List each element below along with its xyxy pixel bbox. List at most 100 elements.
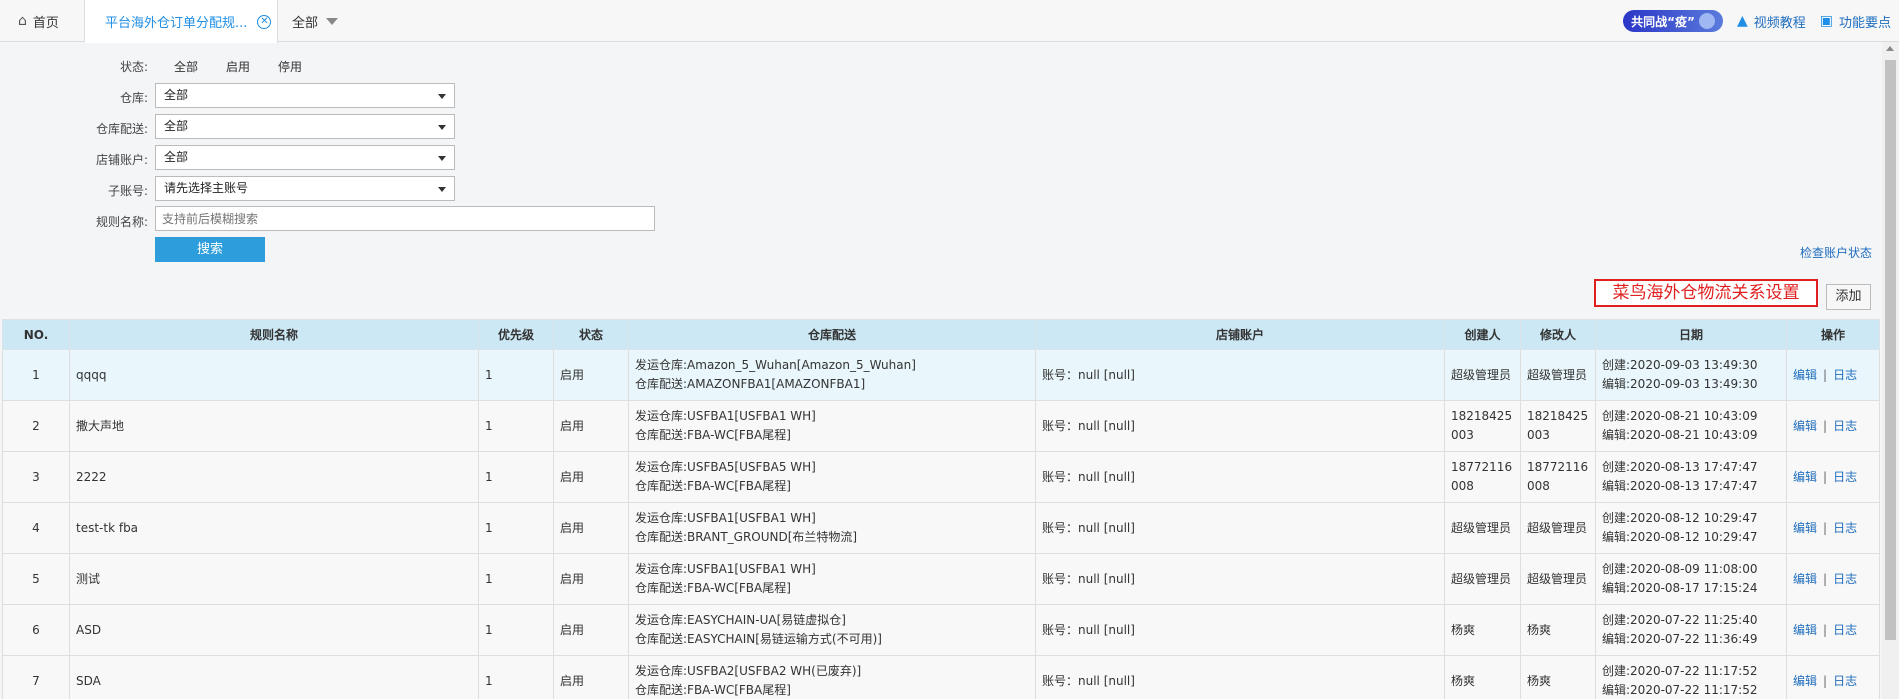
- col-header-shop-account: 店铺账户: [1035, 319, 1445, 350]
- cell-creator: 杨爽: [1444, 604, 1521, 656]
- created-date: 创建:2020-07-22 11:25:40: [1602, 613, 1758, 627]
- cell-priority: 1: [478, 451, 554, 503]
- cell-priority: 1: [478, 502, 554, 554]
- log-link[interactable]: 日志: [1833, 368, 1857, 382]
- chevron-down-icon: [438, 125, 446, 130]
- warehouse-label: 仓库:: [119, 91, 148, 105]
- col-header-no: NO.: [2, 319, 70, 350]
- vertical-scrollbar[interactable]: [1882, 42, 1899, 699]
- add-button[interactable]: 添加: [1826, 284, 1871, 310]
- cell-modifier: 超级管理员: [1520, 502, 1596, 554]
- top-right-links: 共同战“疫” ▲ 视频教程 ▣ 功能要点: [1623, 0, 1891, 42]
- log-link[interactable]: 日志: [1833, 521, 1857, 535]
- cell-shop-account: 账号：null [null]: [1035, 655, 1445, 699]
- cell-date: 创建:2020-07-22 11:17:52 编辑:2020-07-22 11:1…: [1595, 655, 1787, 699]
- edit-link[interactable]: 编辑: [1793, 368, 1817, 382]
- edited-date: 编辑:2020-08-13 17:47:47: [1602, 479, 1758, 493]
- table-row[interactable]: 4 test-tk fba 1 启用 发运仓库:USFBA1[USFBA1 WH] 仓库配…: [2, 502, 1880, 554]
- cell-delivery: 发运仓库:USFBA2[USFBA2 WH(已废弃)] 仓库配送:FBA-WC[F…: [628, 655, 1036, 699]
- created-date: 创建:2020-08-12 10:29:47: [1602, 511, 1758, 525]
- warehouse-delivery-text: 仓库配送:FBA-WC[FBA尾程]: [635, 581, 791, 595]
- sub-account-select-value: 请先选择主账号: [164, 181, 249, 195]
- cell-shop-account: 账号：null [null]: [1035, 451, 1445, 503]
- edit-link[interactable]: 编辑: [1793, 623, 1817, 637]
- cell-creator: 超级管理员: [1444, 553, 1521, 605]
- cell-date: 创建:2020-08-13 17:47:47 编辑:2020-08-13 17:4…: [1595, 451, 1787, 503]
- shop-account-select[interactable]: 全部: [155, 145, 455, 170]
- cell-no: 3: [2, 451, 70, 503]
- chevron-down-icon: [438, 94, 446, 99]
- warehouse-delivery-text: 仓库配送:FBA-WC[FBA尾程]: [635, 428, 791, 442]
- table-row[interactable]: 7 SDA 1 启用 发运仓库:USFBA2[USFBA2 WH(已废弃)] 仓库配送:F…: [2, 655, 1880, 699]
- rule-name-input[interactable]: [155, 206, 655, 231]
- action-separator: |: [1823, 673, 1828, 688]
- status-option-enabled[interactable]: 启用: [226, 58, 250, 75]
- warehouse-select[interactable]: 全部: [155, 83, 455, 108]
- close-icon[interactable]: ✕: [257, 14, 272, 29]
- cell-status: 启用: [553, 349, 629, 401]
- tab-all-dropdown[interactable]: 全部: [278, 0, 358, 42]
- rule-name-label: 规则名称:: [95, 215, 148, 229]
- cell-modifier: 杨爽: [1520, 655, 1596, 699]
- campaign-badge-label: 共同战“疫”: [1631, 14, 1695, 29]
- action-separator: |: [1823, 622, 1828, 637]
- edit-link[interactable]: 编辑: [1793, 521, 1817, 535]
- cell-delivery: 发运仓库:Amazon_5_Wuhan[Amazon_5_Wuhan] 仓库配送:…: [628, 349, 1036, 401]
- table-row[interactable]: 1 qqqq 1 启用 发运仓库:Amazon_5_Wuhan[Amazon_5_Wuh…: [2, 349, 1880, 401]
- table-row[interactable]: 3 2222 1 启用 发运仓库:USFBA5[USFBA5 WH] 仓库配送:FBA-W…: [2, 451, 1880, 503]
- badge-figure-icon: [1698, 13, 1715, 29]
- log-link[interactable]: 日志: [1833, 572, 1857, 586]
- cell-rule-name: qqqq: [69, 349, 479, 401]
- action-separator: |: [1823, 367, 1828, 382]
- cell-actions: 编辑 | 日志: [1786, 553, 1880, 605]
- delivery-select[interactable]: 全部: [155, 114, 455, 139]
- edited-date: 编辑:2020-09-03 13:49:30: [1602, 377, 1758, 391]
- shop-account-select-value: 全部: [164, 150, 189, 164]
- edited-date: 编辑:2020-08-21 10:43:09: [1602, 428, 1758, 442]
- tab-order-rule[interactable]: 平台海外仓订单分配规... ✕: [85, 0, 278, 43]
- tab-home[interactable]: ⌂ 首页: [0, 0, 85, 42]
- scrollbar-thumb[interactable]: [1885, 60, 1896, 640]
- cell-priority: 1: [478, 349, 554, 401]
- ship-warehouse-text: 发运仓库:USFBA1[USFBA1 WH]: [635, 409, 816, 423]
- scroll-up-icon[interactable]: [1886, 46, 1894, 51]
- video-tutorial-link[interactable]: ▲ 视频教程: [1737, 12, 1806, 31]
- cell-priority: 1: [478, 553, 554, 605]
- sub-account-select[interactable]: 请先选择主账号: [155, 176, 455, 201]
- table-row[interactable]: 5 测试 1 启用 发运仓库:USFBA1[USFBA1 WH] 仓库配送:FBA-WC[…: [2, 553, 1880, 605]
- edit-link[interactable]: 编辑: [1793, 419, 1817, 433]
- cell-modifier: 超级管理员: [1520, 349, 1596, 401]
- cell-no: 5: [2, 553, 70, 605]
- log-link[interactable]: 日志: [1833, 419, 1857, 433]
- table-row[interactable]: 2 撒大声地 1 启用 发运仓库:USFBA1[USFBA1 WH] 仓库配送:FBA-W…: [2, 400, 1880, 452]
- chevron-down-icon: [326, 17, 339, 25]
- status-option-all[interactable]: 全部: [174, 58, 198, 75]
- chevron-down-icon: [438, 187, 446, 192]
- cell-creator: 18772116008: [1444, 451, 1521, 503]
- graduation-cap-icon: ▲: [1736, 13, 1748, 29]
- edited-date: 编辑:2020-07-22 11:36:49: [1602, 632, 1758, 646]
- edit-link[interactable]: 编辑: [1793, 470, 1817, 484]
- edit-link[interactable]: 编辑: [1793, 674, 1817, 688]
- cell-creator: 超级管理员: [1444, 349, 1521, 401]
- cell-creator: 超级管理员: [1444, 502, 1521, 554]
- cell-priority: 1: [478, 655, 554, 699]
- log-link[interactable]: 日志: [1833, 470, 1857, 484]
- status-option-disabled[interactable]: 停用: [278, 58, 302, 75]
- features-link[interactable]: ▣ 功能要点: [1820, 12, 1891, 31]
- campaign-badge[interactable]: 共同战“疫”: [1623, 10, 1723, 32]
- annotation-title: 菜鸟海外仓物流关系设置: [1594, 279, 1818, 307]
- table-header-row: NO. 规则名称 优先级 状态 仓库配送 店铺账户 创建人 修改人 日期 操作: [2, 319, 1880, 350]
- warehouse-select-value: 全部: [164, 88, 189, 102]
- check-account-status-link[interactable]: 检查账户状态: [1800, 244, 1872, 261]
- col-header-rule-name: 规则名称: [69, 319, 479, 350]
- table-row[interactable]: 6 ASD 1 启用 发运仓库:EASYCHAIN-UA[易链虚拟仓] 仓库配送:EASY…: [2, 604, 1880, 656]
- search-button[interactable]: 搜索: [155, 237, 265, 262]
- warehouse-delivery-text: 仓库配送:EASYCHAIN[易链运输方式(不可用)]: [635, 632, 882, 646]
- warehouse-delivery-text: 仓库配送:FBA-WC[FBA尾程]: [635, 479, 791, 493]
- log-link[interactable]: 日志: [1833, 674, 1857, 688]
- edit-link[interactable]: 编辑: [1793, 572, 1817, 586]
- log-link[interactable]: 日志: [1833, 623, 1857, 637]
- warehouse-delivery-text: 仓库配送:BRANT_GROUND[布兰特物流]: [635, 530, 858, 544]
- cell-actions: 编辑 | 日志: [1786, 604, 1880, 656]
